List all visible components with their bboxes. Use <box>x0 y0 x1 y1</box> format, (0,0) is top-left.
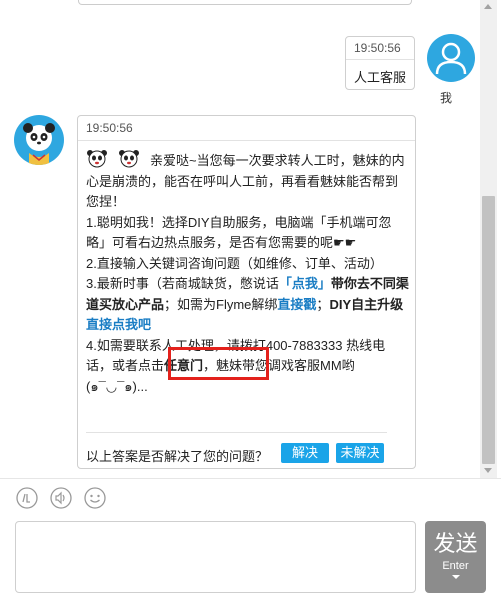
user-message-bubble: 19:50:56 人工客服 <box>345 36 415 90</box>
send-button-hint: Enter <box>442 560 469 572</box>
dropdown-arrow-icon[interactable] <box>451 575 460 579</box>
font-icon[interactable] <box>16 487 38 509</box>
solved-button[interactable]: 解决 <box>281 443 329 463</box>
message-input[interactable] <box>15 521 416 593</box>
panda-avatar-icon <box>23 123 55 165</box>
user-message-time: 19:50:56 <box>354 41 401 55</box>
user-name-label: 我 <box>440 91 453 105</box>
bot-message-time: 19:50:56 <box>86 121 133 135</box>
bot-message-bubble: 19:50:56 亲爱哒~当您每一次要求转人工时，魅妹的内心是崩溃的，能否在呼叫… <box>77 115 416 469</box>
chat-history: 19:50:56 人工客服 我 19:50:56 亲爱哒~当您每一次要求转人工时… <box>0 0 501 479</box>
scroll-up-arrow-icon[interactable] <box>484 4 492 9</box>
scroll-down-arrow-icon[interactable] <box>484 468 492 473</box>
user-silhouette-icon <box>435 42 467 75</box>
input-toolbar <box>0 480 501 518</box>
buy-link[interactable]: 「点我」 <box>279 276 331 291</box>
bot-avatar[interactable] <box>14 115 64 165</box>
previous-message-bubble <box>78 0 412 5</box>
bot-item-3-diy: DIY自主升级 <box>329 296 404 312</box>
feedback-question: 以上答案是否解决了您的问题？ <box>86 449 269 464</box>
bot-item-3-flyme: ；如需为Flyme解绑 <box>164 296 278 312</box>
bubble-divider <box>78 140 415 141</box>
user-message-text: 人工客服 <box>354 70 407 85</box>
upgrade-link[interactable]: 直接点我吧 <box>86 317 151 332</box>
chat-scrollbar[interactable] <box>480 0 497 478</box>
unsolved-button[interactable]: 未解决 <box>336 443 384 463</box>
sound-icon[interactable] <box>50 487 72 509</box>
send-button[interactable]: 发送 Enter <box>425 521 486 593</box>
panda-emoji-icon <box>87 150 107 168</box>
panda-emoji-icon <box>119 150 139 168</box>
send-button-label: 发送 <box>433 532 478 557</box>
bot-item-2: 2.直接输入关键词咨询问题（如维修、订单、活动） <box>86 255 383 271</box>
bot-item-3-semicolon: ； <box>316 296 330 312</box>
user-avatar[interactable] <box>427 34 475 82</box>
feedback-divider <box>86 432 387 433</box>
bot-item-1: 1.聪明如我！选择DIY自助服务，电脑端「手机端可忽略」可看右边热点服务，是否有… <box>86 214 392 251</box>
emoji-icon[interactable] <box>84 487 106 509</box>
highlight-annotation-box <box>168 347 269 380</box>
bubble-divider <box>346 59 414 60</box>
unbind-link[interactable]: 直接戳 <box>277 297 316 312</box>
bot-item-3-prefix: 3.最新时事（若商城缺货，憋说话 <box>86 276 279 291</box>
scroll-thumb[interactable] <box>482 196 495 464</box>
